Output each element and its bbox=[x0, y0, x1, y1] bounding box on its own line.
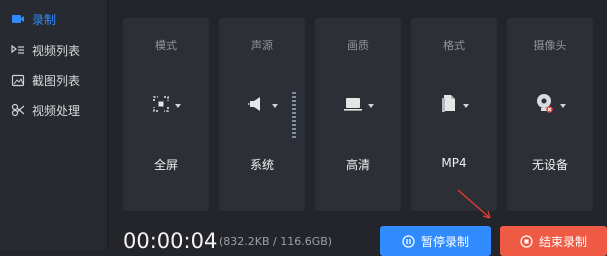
sidebar-item-video-process[interactable]: 视频处理 bbox=[0, 97, 107, 123]
mode-selector[interactable] bbox=[123, 95, 209, 117]
card-value: MP4 bbox=[441, 156, 467, 170]
chevron-down-icon bbox=[174, 104, 181, 108]
card-value: 全屏 bbox=[153, 158, 178, 172]
card-webcam[interactable]: 摄像头 无设备 bbox=[507, 18, 593, 211]
card-value: 无设备 bbox=[531, 158, 568, 172]
card-mode[interactable]: 模式 全屏 bbox=[123, 18, 209, 211]
chevron-down-icon bbox=[367, 104, 374, 108]
sidebar-item-label: 视频列表 bbox=[32, 43, 81, 58]
webcam-icon bbox=[535, 93, 555, 119]
quality-selector[interactable] bbox=[315, 95, 401, 117]
video-process-icon bbox=[10, 102, 26, 118]
sidebar-item-video-list[interactable]: 视频列表 bbox=[0, 37, 107, 63]
pause-recording-button[interactable]: 暂停录制 bbox=[380, 226, 491, 256]
card-title: 格式 bbox=[443, 39, 465, 52]
card-value: 高清 bbox=[345, 158, 370, 172]
video-list-icon bbox=[10, 42, 26, 58]
pause-recording-label: 暂停录制 bbox=[420, 234, 469, 249]
monitor-icon bbox=[343, 96, 363, 116]
stop-icon bbox=[520, 234, 533, 248]
recording-file-size: (832.2KB / 116.6GB) bbox=[219, 235, 333, 248]
card-title: 声源 bbox=[251, 39, 273, 52]
card-format[interactable]: 格式 MP4 bbox=[411, 18, 497, 211]
pause-icon bbox=[402, 234, 415, 248]
card-value: 系统 bbox=[249, 158, 274, 172]
screenshot-list-icon bbox=[10, 72, 26, 88]
video-record-icon bbox=[10, 11, 26, 27]
recording-timer: 00:00:04 bbox=[123, 229, 218, 253]
chevron-down-icon bbox=[271, 104, 278, 108]
file-icon bbox=[440, 94, 458, 118]
card-title: 模式 bbox=[155, 39, 177, 52]
chevron-down-icon bbox=[462, 104, 469, 108]
card-quality[interactable]: 画质 高清 bbox=[315, 18, 401, 211]
format-selector[interactable] bbox=[411, 95, 497, 117]
sidebar-item-screenshot-list[interactable]: 截图列表 bbox=[0, 67, 107, 93]
chevron-down-icon bbox=[559, 104, 566, 108]
annotation-arrow-icon bbox=[457, 189, 491, 219]
record-settings: 模式 全屏 声源 系统 画质 高清 格式 MP4 摄像头 无设备 bbox=[123, 18, 598, 211]
webcam-selector[interactable] bbox=[507, 93, 593, 119]
sidebar-item-record[interactable]: 录制 bbox=[0, 6, 107, 32]
sidebar: 录制 视频列表 截图列表 视频处理 bbox=[0, 0, 108, 250]
sidebar-item-label: 截图列表 bbox=[32, 73, 81, 88]
card-title: 画质 bbox=[347, 39, 369, 52]
fullscreen-select-icon bbox=[152, 95, 170, 117]
speaker-icon bbox=[247, 95, 267, 117]
sidebar-item-label: 视频处理 bbox=[32, 103, 81, 118]
stop-recording-label: 结束录制 bbox=[538, 234, 587, 249]
volume-meter[interactable] bbox=[291, 84, 297, 146]
stop-recording-button[interactable]: 结束录制 bbox=[500, 226, 607, 256]
sidebar-item-label: 录制 bbox=[32, 12, 57, 27]
card-title: 摄像头 bbox=[533, 39, 567, 52]
